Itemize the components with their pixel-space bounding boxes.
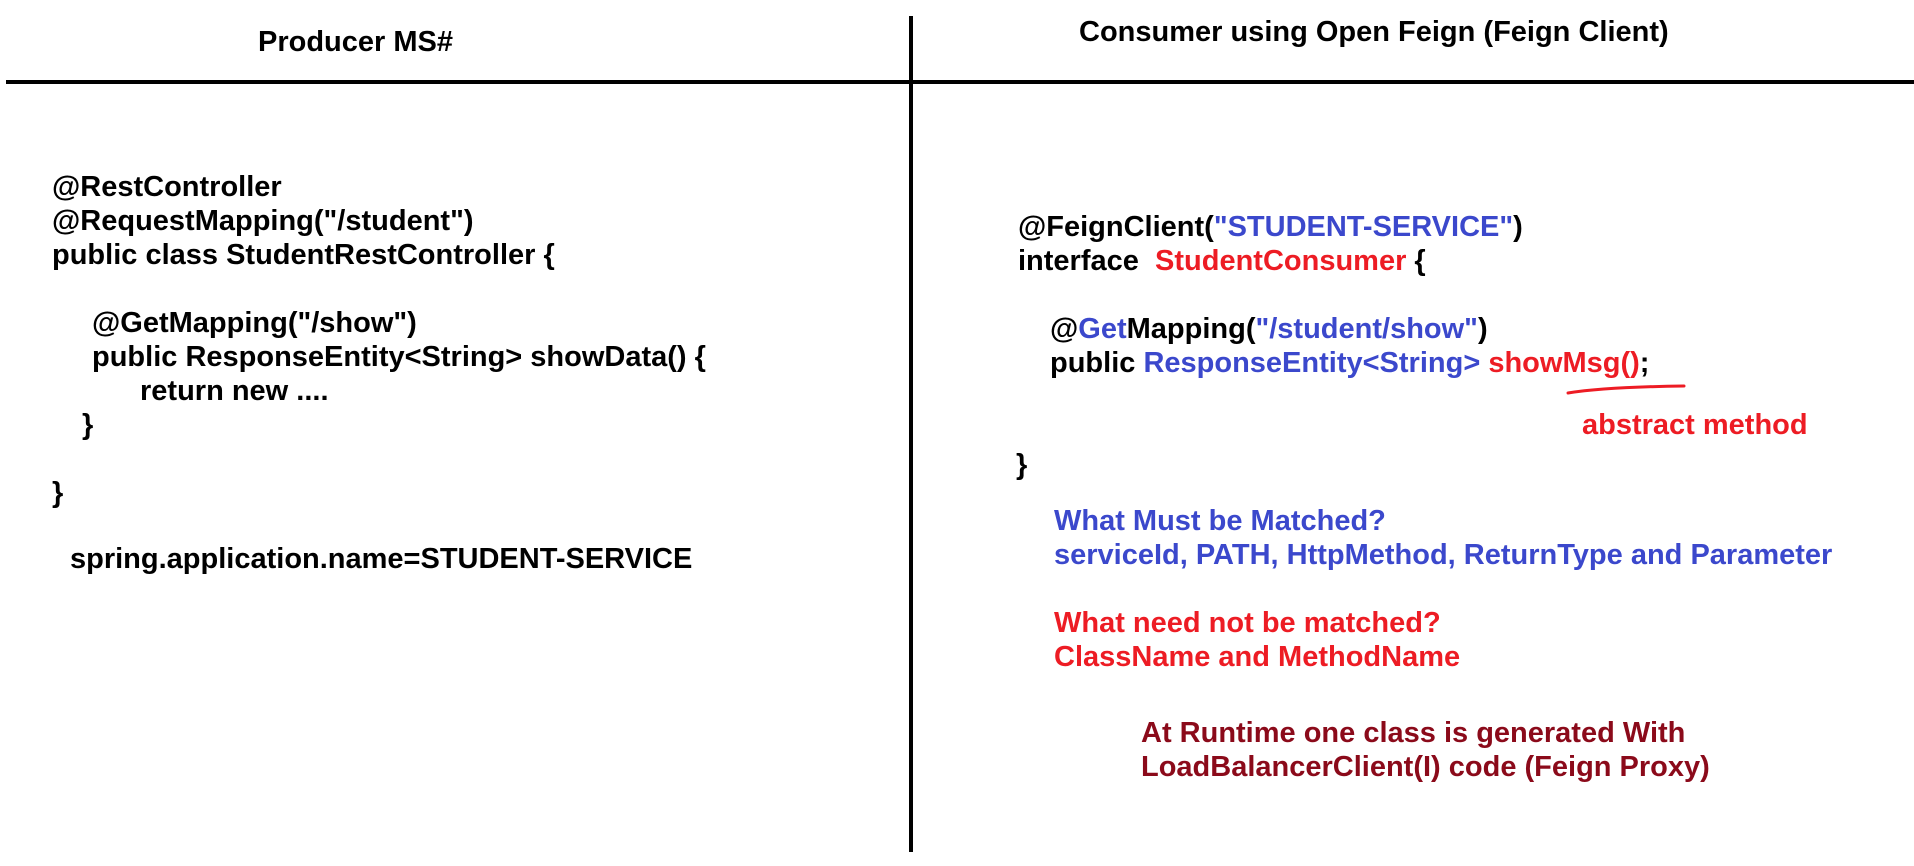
method-return-type: ResponseEntity<String> <box>1143 347 1481 379</box>
must-match-answer: serviceId, PATH, HttpMethod, ReturnType … <box>1054 539 1833 571</box>
interface-keyword: interface <box>1018 245 1147 277</box>
method-modifier: public <box>1050 347 1144 379</box>
interface-open-brace: { <box>1406 245 1426 277</box>
get-mapping-get: Get <box>1078 313 1127 345</box>
get-mapping-mapping: Mapping( <box>1126 313 1256 345</box>
code-line-class-close-brace: } <box>52 477 64 509</box>
consumer-get-mapping: @GetMapping("/student/show") <box>1050 312 1488 346</box>
code-line-rest-controller: @RestController <box>52 171 282 203</box>
code-line-return-statement: return new .... <box>140 375 329 407</box>
get-mapping-path: "/student/show" <box>1255 313 1478 345</box>
code-line-method-signature: public ResponseEntity<String> showData()… <box>92 341 706 373</box>
method-semicolon: ; <box>1639 347 1650 379</box>
consumer-method-signature: public ResponseEntity<String> showMsg(); <box>1050 346 1649 380</box>
interface-close-brace: } <box>1016 449 1028 481</box>
runtime-note-line-1: At Runtime one class is generated With <box>1141 717 1686 749</box>
method-name: showMsg() <box>1488 347 1640 379</box>
feign-client-annotation: @FeignClient("STUDENT-SERVICE") <box>1018 210 1523 244</box>
code-line-class-declaration: public class StudentRestController { <box>52 239 555 271</box>
get-mapping-at: @ <box>1050 313 1079 345</box>
consumer-heading: Consumer using Open Feign (Feign Client) <box>1079 16 1669 48</box>
need-not-match-answer: ClassName and MethodName <box>1054 641 1461 673</box>
producer-heading: Producer MS# <box>258 26 453 58</box>
runtime-note-line-2: LoadBalancerClient(I) code (Feign Proxy) <box>1141 751 1710 783</box>
header-divider-line <box>6 80 1914 84</box>
method-underline-stroke <box>1566 384 1686 395</box>
code-line-method-close-brace: } <box>82 409 94 441</box>
must-match-question: What Must be Matched? <box>1054 505 1386 537</box>
feign-client-prefix: @FeignClient( <box>1018 211 1214 243</box>
column-divider-line <box>909 16 913 852</box>
abstract-method-label: abstract method <box>1582 409 1808 441</box>
feign-service-id: "STUDENT-SERVICE" <box>1213 211 1514 243</box>
code-line-get-mapping: @GetMapping("/show") <box>92 307 417 339</box>
need-not-match-question: What need not be matched? <box>1054 607 1441 639</box>
interface-name: StudentConsumer <box>1155 245 1407 277</box>
get-mapping-close: ) <box>1477 313 1488 345</box>
feign-client-suffix: ) <box>1513 211 1523 243</box>
application-name-property: spring.application.name=STUDENT-SERVICE <box>70 543 693 575</box>
interface-declaration: interface StudentConsumer { <box>1018 244 1426 278</box>
code-line-request-mapping: @RequestMapping("/student") <box>52 205 474 237</box>
